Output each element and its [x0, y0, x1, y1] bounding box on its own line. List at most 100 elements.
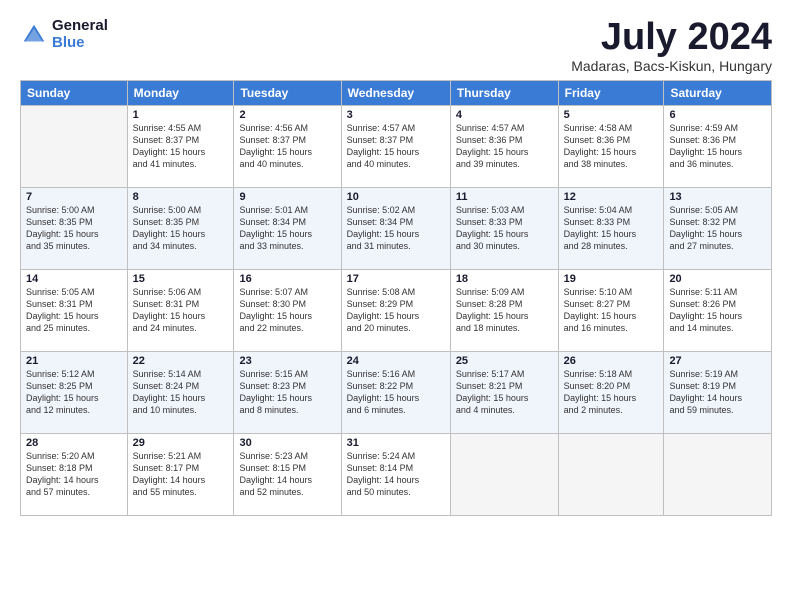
day-info: Sunrise: 4:57 AMSunset: 8:37 PMDaylight:…	[347, 122, 445, 171]
calendar-cell: 16Sunrise: 5:07 AMSunset: 8:30 PMDayligh…	[234, 270, 341, 352]
day-number: 6	[669, 109, 766, 121]
calendar-cell: 25Sunrise: 5:17 AMSunset: 8:21 PMDayligh…	[450, 352, 558, 434]
day-info: Sunrise: 5:18 AMSunset: 8:20 PMDaylight:…	[564, 368, 659, 417]
calendar-cell: 22Sunrise: 5:14 AMSunset: 8:24 PMDayligh…	[127, 352, 234, 434]
day-number: 13	[669, 191, 766, 203]
calendar-week-2: 7Sunrise: 5:00 AMSunset: 8:35 PMDaylight…	[21, 188, 772, 270]
calendar-cell: 8Sunrise: 5:00 AMSunset: 8:35 PMDaylight…	[127, 188, 234, 270]
day-info: Sunrise: 5:07 AMSunset: 8:30 PMDaylight:…	[239, 286, 335, 335]
day-info: Sunrise: 5:00 AMSunset: 8:35 PMDaylight:…	[133, 204, 229, 253]
calendar-cell: 30Sunrise: 5:23 AMSunset: 8:15 PMDayligh…	[234, 434, 341, 516]
calendar-week-3: 14Sunrise: 5:05 AMSunset: 8:31 PMDayligh…	[21, 270, 772, 352]
day-number: 20	[669, 273, 766, 285]
calendar-header-friday: Friday	[558, 81, 664, 106]
calendar-header-tuesday: Tuesday	[234, 81, 341, 106]
day-info: Sunrise: 5:23 AMSunset: 8:15 PMDaylight:…	[239, 450, 335, 499]
calendar-cell	[21, 106, 128, 188]
day-number: 28	[26, 437, 122, 449]
day-info: Sunrise: 5:24 AMSunset: 8:14 PMDaylight:…	[347, 450, 445, 499]
day-info: Sunrise: 5:19 AMSunset: 8:19 PMDaylight:…	[669, 368, 766, 417]
calendar-cell: 4Sunrise: 4:57 AMSunset: 8:36 PMDaylight…	[450, 106, 558, 188]
day-number: 16	[239, 273, 335, 285]
day-number: 15	[133, 273, 229, 285]
calendar-header-sunday: Sunday	[21, 81, 128, 106]
day-number: 1	[133, 109, 229, 121]
calendar-cell: 23Sunrise: 5:15 AMSunset: 8:23 PMDayligh…	[234, 352, 341, 434]
day-number: 14	[26, 273, 122, 285]
day-info: Sunrise: 5:16 AMSunset: 8:22 PMDaylight:…	[347, 368, 445, 417]
calendar-cell: 29Sunrise: 5:21 AMSunset: 8:17 PMDayligh…	[127, 434, 234, 516]
calendar-cell: 20Sunrise: 5:11 AMSunset: 8:26 PMDayligh…	[664, 270, 772, 352]
logo-general: General	[52, 18, 108, 35]
calendar-cell: 27Sunrise: 5:19 AMSunset: 8:19 PMDayligh…	[664, 352, 772, 434]
calendar-cell: 7Sunrise: 5:00 AMSunset: 8:35 PMDaylight…	[21, 188, 128, 270]
day-info: Sunrise: 5:21 AMSunset: 8:17 PMDaylight:…	[133, 450, 229, 499]
day-number: 3	[347, 109, 445, 121]
month-title: July 2024	[571, 18, 772, 56]
calendar-cell	[450, 434, 558, 516]
calendar: SundayMondayTuesdayWednesdayThursdayFrid…	[20, 80, 772, 516]
calendar-cell: 18Sunrise: 5:09 AMSunset: 8:28 PMDayligh…	[450, 270, 558, 352]
day-info: Sunrise: 5:10 AMSunset: 8:27 PMDaylight:…	[564, 286, 659, 335]
logo-icon	[20, 21, 48, 49]
logo-blue: Blue	[52, 35, 108, 52]
calendar-cell: 17Sunrise: 5:08 AMSunset: 8:29 PMDayligh…	[341, 270, 450, 352]
calendar-cell: 28Sunrise: 5:20 AMSunset: 8:18 PMDayligh…	[21, 434, 128, 516]
day-number: 4	[456, 109, 553, 121]
calendar-cell: 10Sunrise: 5:02 AMSunset: 8:34 PMDayligh…	[341, 188, 450, 270]
calendar-cell: 5Sunrise: 4:58 AMSunset: 8:36 PMDaylight…	[558, 106, 664, 188]
day-info: Sunrise: 5:08 AMSunset: 8:29 PMDaylight:…	[347, 286, 445, 335]
day-info: Sunrise: 5:02 AMSunset: 8:34 PMDaylight:…	[347, 204, 445, 253]
day-info: Sunrise: 4:58 AMSunset: 8:36 PMDaylight:…	[564, 122, 659, 171]
calendar-header-wednesday: Wednesday	[341, 81, 450, 106]
day-info: Sunrise: 5:05 AMSunset: 8:31 PMDaylight:…	[26, 286, 122, 335]
day-number: 21	[26, 355, 122, 367]
calendar-cell: 3Sunrise: 4:57 AMSunset: 8:37 PMDaylight…	[341, 106, 450, 188]
day-info: Sunrise: 5:09 AMSunset: 8:28 PMDaylight:…	[456, 286, 553, 335]
calendar-cell: 19Sunrise: 5:10 AMSunset: 8:27 PMDayligh…	[558, 270, 664, 352]
calendar-header-row: SundayMondayTuesdayWednesdayThursdayFrid…	[21, 81, 772, 106]
day-number: 17	[347, 273, 445, 285]
day-info: Sunrise: 5:03 AMSunset: 8:33 PMDaylight:…	[456, 204, 553, 253]
calendar-cell: 26Sunrise: 5:18 AMSunset: 8:20 PMDayligh…	[558, 352, 664, 434]
calendar-cell: 31Sunrise: 5:24 AMSunset: 8:14 PMDayligh…	[341, 434, 450, 516]
calendar-cell	[558, 434, 664, 516]
day-number: 30	[239, 437, 335, 449]
calendar-cell	[664, 434, 772, 516]
day-info: Sunrise: 5:17 AMSunset: 8:21 PMDaylight:…	[456, 368, 553, 417]
calendar-cell: 6Sunrise: 4:59 AMSunset: 8:36 PMDaylight…	[664, 106, 772, 188]
day-info: Sunrise: 4:55 AMSunset: 8:37 PMDaylight:…	[133, 122, 229, 171]
calendar-week-1: 1Sunrise: 4:55 AMSunset: 8:37 PMDaylight…	[21, 106, 772, 188]
day-number: 27	[669, 355, 766, 367]
day-info: Sunrise: 5:01 AMSunset: 8:34 PMDaylight:…	[239, 204, 335, 253]
calendar-week-4: 21Sunrise: 5:12 AMSunset: 8:25 PMDayligh…	[21, 352, 772, 434]
calendar-cell: 1Sunrise: 4:55 AMSunset: 8:37 PMDaylight…	[127, 106, 234, 188]
location: Madaras, Bacs-Kiskun, Hungary	[571, 58, 772, 74]
calendar-cell: 2Sunrise: 4:56 AMSunset: 8:37 PMDaylight…	[234, 106, 341, 188]
day-info: Sunrise: 4:57 AMSunset: 8:36 PMDaylight:…	[456, 122, 553, 171]
day-info: Sunrise: 5:12 AMSunset: 8:25 PMDaylight:…	[26, 368, 122, 417]
day-number: 23	[239, 355, 335, 367]
calendar-cell: 24Sunrise: 5:16 AMSunset: 8:22 PMDayligh…	[341, 352, 450, 434]
calendar-cell: 21Sunrise: 5:12 AMSunset: 8:25 PMDayligh…	[21, 352, 128, 434]
day-info: Sunrise: 5:14 AMSunset: 8:24 PMDaylight:…	[133, 368, 229, 417]
day-number: 31	[347, 437, 445, 449]
day-info: Sunrise: 5:05 AMSunset: 8:32 PMDaylight:…	[669, 204, 766, 253]
day-number: 2	[239, 109, 335, 121]
day-number: 25	[456, 355, 553, 367]
day-number: 22	[133, 355, 229, 367]
day-number: 26	[564, 355, 659, 367]
day-info: Sunrise: 5:20 AMSunset: 8:18 PMDaylight:…	[26, 450, 122, 499]
calendar-cell: 9Sunrise: 5:01 AMSunset: 8:34 PMDaylight…	[234, 188, 341, 270]
day-info: Sunrise: 5:04 AMSunset: 8:33 PMDaylight:…	[564, 204, 659, 253]
day-info: Sunrise: 4:59 AMSunset: 8:36 PMDaylight:…	[669, 122, 766, 171]
day-number: 9	[239, 191, 335, 203]
day-number: 11	[456, 191, 553, 203]
calendar-header-monday: Monday	[127, 81, 234, 106]
day-number: 24	[347, 355, 445, 367]
calendar-header-saturday: Saturday	[664, 81, 772, 106]
calendar-cell: 15Sunrise: 5:06 AMSunset: 8:31 PMDayligh…	[127, 270, 234, 352]
day-info: Sunrise: 5:15 AMSunset: 8:23 PMDaylight:…	[239, 368, 335, 417]
calendar-cell: 11Sunrise: 5:03 AMSunset: 8:33 PMDayligh…	[450, 188, 558, 270]
day-number: 10	[347, 191, 445, 203]
